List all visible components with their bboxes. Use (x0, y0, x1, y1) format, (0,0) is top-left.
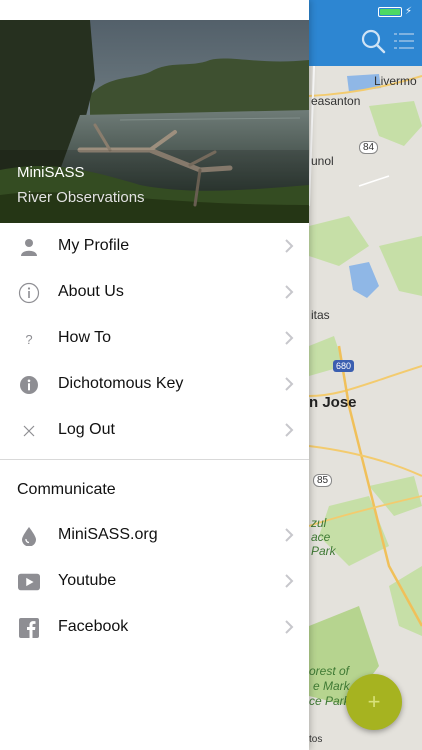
menu-item-how-to[interactable]: ? How To (0, 315, 309, 361)
route-85-shield: 85 (313, 474, 333, 487)
main-menu: My Profile About Us ? How To Dichotomous… (0, 223, 309, 453)
battery-indicator: ⚡ (377, 6, 412, 17)
map-label-park: Park (311, 544, 336, 558)
chevron-right-icon (285, 574, 294, 588)
menu-item-facebook[interactable]: Facebook (0, 604, 309, 650)
person-icon (18, 236, 40, 258)
section-title: Communicate (17, 481, 116, 498)
menu-item-youtube[interactable]: Youtube (0, 558, 309, 604)
map-label-milpitas: itas (311, 308, 330, 322)
list-icon[interactable] (394, 32, 416, 50)
menu-label: Youtube (58, 572, 117, 589)
chevron-right-icon (285, 620, 294, 634)
map-label-cepark: ce Park (309, 694, 350, 708)
menu-label: About Us (58, 283, 124, 300)
menu-item-log-out[interactable]: Log Out (0, 407, 309, 453)
navigation-drawer: MiniSASS River Observations My Profile A… (0, 0, 309, 750)
chevron-right-icon (285, 331, 294, 345)
info-filled-icon (18, 374, 40, 396)
map-label-sunol: unol (311, 154, 334, 168)
add-observation-button[interactable]: + (346, 674, 402, 730)
menu-item-about-us[interactable]: About Us (0, 269, 309, 315)
menu-label: My Profile (58, 237, 130, 254)
chevron-right-icon (285, 528, 294, 542)
map-label-livermore: Livermo (374, 74, 417, 88)
question-icon: ? (25, 331, 33, 347)
map-label-tos: tos (309, 734, 323, 745)
communicate-header: Communicate (0, 460, 309, 512)
chevron-right-icon (285, 423, 294, 437)
menu-label: Facebook (58, 618, 129, 635)
app-subtitle: River Observations (17, 189, 145, 206)
communicate-menu: MiniSASS.org Youtube Facebook (0, 512, 309, 650)
search-icon[interactable] (360, 28, 386, 54)
info-circle-icon (18, 282, 40, 304)
map-label-marks: e Mark (313, 679, 350, 693)
menu-label: Dichotomous Key (58, 375, 184, 392)
app-title: MiniSASS (17, 164, 85, 181)
chevron-right-icon (285, 239, 294, 253)
facebook-icon (18, 617, 40, 639)
chevron-right-icon (285, 285, 294, 299)
menu-item-dichotomous-key[interactable]: Dichotomous Key (0, 361, 309, 407)
map-label-ace: ace (311, 530, 331, 544)
map-label-sanjose: n Jose (309, 394, 357, 411)
map-view[interactable]: Livermo easanton unol 84 itas 680 n Jose… (309, 66, 422, 750)
chevron-right-icon (285, 377, 294, 391)
menu-label: MiniSASS.org (58, 526, 158, 543)
water-drop-icon (18, 525, 40, 547)
menu-label: Log Out (58, 421, 115, 438)
route-84-shield: 84 (359, 141, 379, 154)
menu-item-minisass-org[interactable]: MiniSASS.org (0, 512, 309, 558)
close-icon (18, 420, 40, 442)
route-680-shield: 680 (333, 360, 355, 372)
map-label-pleasanton: easanton (311, 94, 361, 108)
plus-icon: + (367, 689, 381, 714)
drawer-header: MiniSASS River Observations (0, 20, 309, 223)
menu-label: How To (58, 329, 112, 346)
status-bar (0, 0, 309, 20)
map-label-zul: zul (311, 516, 327, 530)
youtube-icon (18, 571, 40, 593)
menu-item-my-profile[interactable]: My Profile (0, 223, 309, 269)
map-label-forest: orest of (309, 664, 350, 678)
